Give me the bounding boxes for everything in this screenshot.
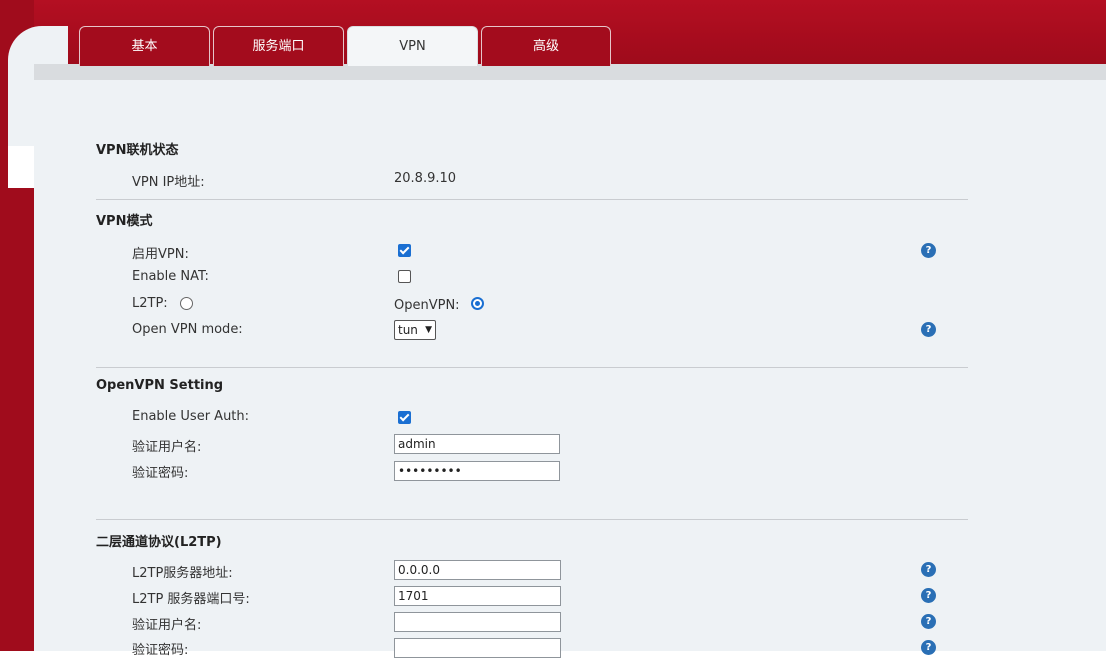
l2tp-port-input[interactable] [394,586,561,606]
l2tp-username-input[interactable] [394,612,561,632]
section-divider [96,519,968,520]
tab-vpn[interactable]: VPN [347,26,478,66]
section-divider [96,199,968,200]
tab-underline-strip [34,64,1106,80]
enable-vpn-label: 启用VPN: [132,247,189,262]
enable-user-auth-label: Enable User Auth: [132,409,250,424]
tab-basic[interactable]: 基本 [79,26,210,66]
l2tp-username-label: 验证用户名: [132,618,202,633]
vpn-ip-value: 20.8.9.10 [394,171,457,186]
l2tp-heading: 二层通道协议(L2TP) [96,535,222,550]
l2tp-server-input[interactable] [394,560,561,580]
question-mark-icon[interactable]: ? [921,562,936,577]
vpn-ip-label: VPN IP地址: [132,175,205,190]
question-mark-icon[interactable]: ? [921,614,936,629]
enable-nat-label: Enable NAT: [132,269,209,284]
section-divider [96,367,968,368]
l2tp-radio-label: L2TP: [132,296,168,311]
l2tp-port-label: L2TP 服务器端口号: [132,592,250,607]
l2tp-password-input[interactable] [394,638,561,658]
auth-password-input[interactable] [394,461,560,481]
chevron-down-icon: ▼ [425,325,432,335]
openvpn-mode-select[interactable]: tun ▼ [394,320,436,340]
l2tp-radio[interactable] [180,297,193,310]
openvpn-setting-heading: OpenVPN Setting [96,378,224,393]
l2tp-password-label: 验证密码: [132,643,189,658]
corner-curve [8,26,68,146]
enable-nat-checkbox[interactable] [398,270,411,283]
openvpn-mode-value: tun [398,323,418,337]
auth-username-label: 验证用户名: [132,440,202,455]
question-mark-icon[interactable]: ? [921,322,936,337]
openvpn-radio-label: OpenVPN: [394,298,460,313]
tab-advanced[interactable]: 高级 [481,26,611,66]
openvpn-radio[interactable] [471,297,484,310]
auth-password-label: 验证密码: [132,466,189,481]
openvpn-mode-label: Open VPN mode: [132,322,243,337]
question-mark-icon[interactable]: ? [921,640,936,655]
question-mark-icon[interactable]: ? [921,588,936,603]
vpn-status-heading: VPN联机状态 [96,143,179,158]
tab-service-port[interactable]: 服务端口 [213,26,344,66]
enable-vpn-checkbox[interactable] [398,244,411,257]
question-mark-icon[interactable]: ? [921,243,936,258]
enable-user-auth-checkbox[interactable] [398,411,411,424]
auth-username-input[interactable] [394,434,560,454]
vpn-mode-heading: VPN模式 [96,214,153,229]
l2tp-server-label: L2TP服务器地址: [132,566,233,581]
